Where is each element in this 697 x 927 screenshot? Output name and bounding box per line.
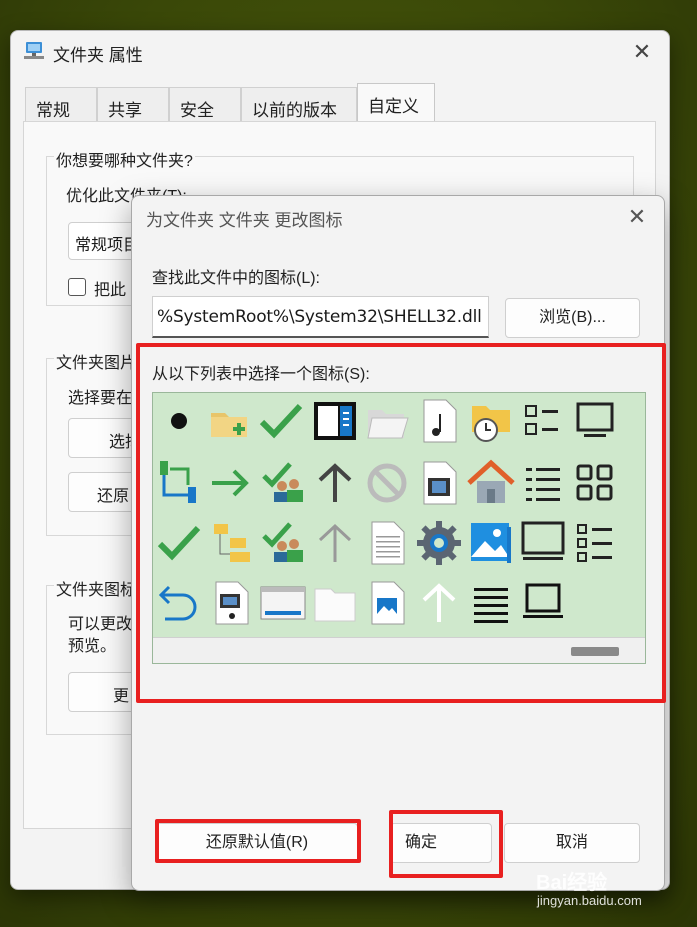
dialog-title: 为文件夹 文件夹 更改图标 xyxy=(146,211,343,230)
tab-general[interactable]: 常规 xyxy=(25,87,97,121)
scrollbar-thumb[interactable] xyxy=(571,647,619,656)
folder-type-title: 你想要哪种文件夹? xyxy=(54,147,195,171)
music-file-icon[interactable] xyxy=(415,397,463,445)
find-icon-label: 查找此文件中的图标(L): xyxy=(152,270,321,287)
media-file-icon[interactable] xyxy=(207,579,255,627)
folder-tree-icon[interactable] xyxy=(207,519,255,567)
home-icon[interactable] xyxy=(467,459,515,507)
open-folder-icon[interactable] xyxy=(363,397,411,445)
checklist-icon[interactable] xyxy=(571,519,619,567)
network-folder-icon xyxy=(24,42,44,59)
blank-folder-icon[interactable] xyxy=(311,579,359,627)
change-icon-dialog: 为文件夹 文件夹 更改图标 ✕ 查找此文件中的图标(L): %SystemRoo… xyxy=(131,195,665,891)
users-check-2-icon[interactable] xyxy=(259,519,307,567)
preview-text: 预览。 xyxy=(68,638,117,655)
icon-file-path-input[interactable]: %SystemRoot%\System32\SHELL32.dll xyxy=(152,296,489,338)
titlebar: 文件夹 属性 ✕ xyxy=(11,31,669,71)
green-arrow-icon[interactable] xyxy=(207,459,255,507)
folder-add-icon[interactable] xyxy=(205,397,253,445)
laptop-screen-icon[interactable] xyxy=(519,579,567,627)
no-entry-icon[interactable] xyxy=(363,459,411,507)
lines-icon[interactable] xyxy=(467,579,515,627)
undo-arrow-icon[interactable] xyxy=(155,579,203,627)
up-arrow-gray-icon[interactable] xyxy=(311,519,359,567)
screen-icon[interactable] xyxy=(519,519,567,567)
folder-icon-title: 文件夹图标 xyxy=(54,576,139,600)
grid-squares-icon[interactable] xyxy=(571,459,619,507)
window-title: 文件夹 属性 xyxy=(53,46,143,65)
restore-default-button[interactable]: 还原默认值(R) xyxy=(156,823,358,863)
up-arrow-light-icon[interactable] xyxy=(415,579,463,627)
horizontal-scrollbar[interactable] xyxy=(153,637,645,663)
dialog-close-icon[interactable]: ✕ xyxy=(624,204,650,230)
folder-clock-icon[interactable] xyxy=(467,397,515,445)
icon-list-label: 从以下列表中选择一个图标(S): xyxy=(152,366,370,383)
apply-subfolders-checkbox[interactable] xyxy=(68,278,86,296)
list-dash-icon[interactable] xyxy=(519,397,567,445)
photo-gallery-icon[interactable] xyxy=(467,519,515,567)
settings-gear-icon[interactable] xyxy=(415,519,463,567)
up-arrow-icon[interactable] xyxy=(311,459,359,507)
users-check-icon[interactable] xyxy=(259,459,307,507)
apply-subfolders-label: 把此 xyxy=(94,282,127,299)
text-document-icon[interactable] xyxy=(363,519,411,567)
list-lines-icon[interactable] xyxy=(519,459,567,507)
network-branch-icon[interactable] xyxy=(155,459,203,507)
browse-button[interactable]: 浏览(B)... xyxy=(505,298,640,338)
close-icon[interactable]: ✕ xyxy=(629,39,655,65)
tab-security[interactable]: 安全 xyxy=(169,87,241,121)
change-icon-text: 可以更改 xyxy=(68,616,133,633)
green-check-2-icon[interactable] xyxy=(155,519,203,567)
tab-customize[interactable]: 自定义 xyxy=(357,83,435,121)
video-file-icon[interactable] xyxy=(415,459,463,507)
ok-button[interactable]: 确定 xyxy=(390,823,492,863)
watermark-url: jingyan.baidu.com xyxy=(537,893,642,908)
tab-sharing[interactable]: 共享 xyxy=(97,87,169,121)
sidebar-panel-icon[interactable] xyxy=(311,397,359,445)
choose-picture-text: 选择要在 xyxy=(68,390,133,407)
tab-previous-versions[interactable]: 以前的版本 xyxy=(241,87,357,121)
image-file-icon[interactable] xyxy=(363,579,411,627)
green-check-icon[interactable] xyxy=(257,397,305,445)
monitor-icon[interactable] xyxy=(571,397,619,445)
watermark-brand: Bai经验 xyxy=(536,872,608,894)
folder-picture-title: 文件夹图片 xyxy=(54,349,139,373)
icon-list[interactable] xyxy=(152,392,646,664)
black-dot-icon[interactable] xyxy=(155,397,203,445)
window-pane-icon[interactable] xyxy=(259,579,307,627)
cancel-button[interactable]: 取消 xyxy=(504,823,640,863)
